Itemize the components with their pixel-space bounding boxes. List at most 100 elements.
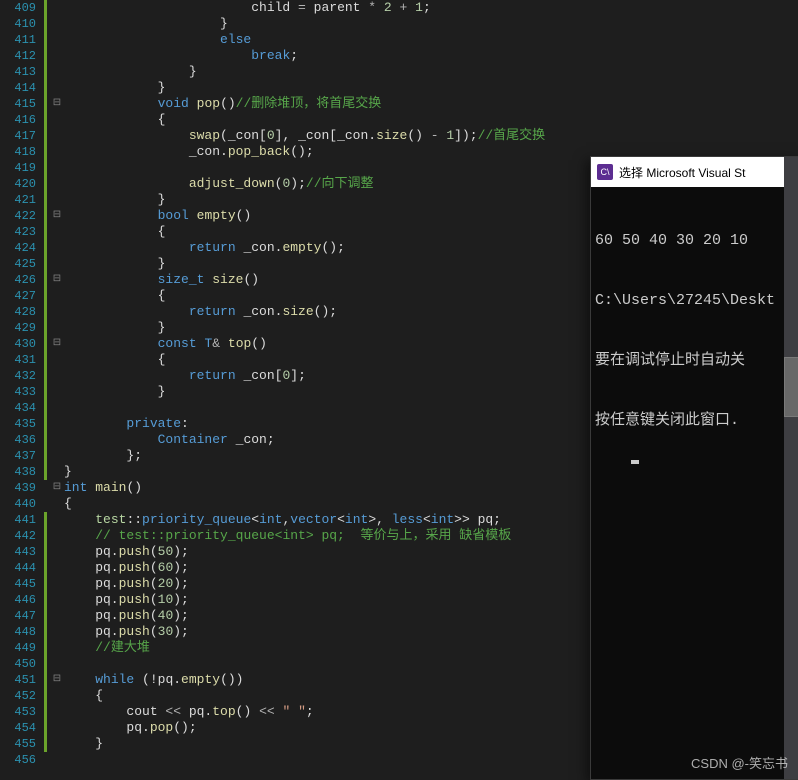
console-output[interactable]: 60 50 40 30 20 10 C:\Users\27245\Deskt 要… (591, 187, 798, 495)
line-number: 426 (0, 272, 36, 288)
line-number: 443 (0, 544, 36, 560)
change-marker (44, 176, 47, 192)
line-number: 452 (0, 688, 36, 704)
line-number: 416 (0, 112, 36, 128)
fold-spacer (50, 288, 64, 304)
line-number: 448 (0, 624, 36, 640)
fold-toggle-icon[interactable]: ⊟ (50, 272, 64, 288)
line-number: 449 (0, 640, 36, 656)
change-marker (44, 368, 47, 384)
change-marker (44, 512, 47, 528)
console-window[interactable]: C\ 选择 Microsoft Visual St 60 50 40 30 20… (590, 156, 798, 780)
line-number: 418 (0, 144, 36, 160)
fold-spacer (50, 656, 64, 672)
fold-spacer (50, 128, 64, 144)
change-marker (44, 496, 47, 512)
console-line: C:\Users\27245\Deskt (595, 291, 795, 311)
line-number: 455 (0, 736, 36, 752)
line-number: 421 (0, 192, 36, 208)
line-number: 439 (0, 480, 36, 496)
change-marker (44, 464, 47, 480)
code-line[interactable]: { (64, 112, 798, 128)
line-number: 415 (0, 96, 36, 112)
line-number: 440 (0, 496, 36, 512)
line-number: 417 (0, 128, 36, 144)
change-marker (44, 112, 47, 128)
fold-spacer (50, 512, 64, 528)
fold-spacer (50, 432, 64, 448)
fold-spacer (50, 640, 64, 656)
code-line[interactable]: } (64, 16, 798, 32)
line-number: 447 (0, 608, 36, 624)
change-marker (44, 688, 47, 704)
code-line[interactable]: void pop()//删除堆顶，将首尾交换 (64, 96, 798, 112)
console-titlebar[interactable]: C\ 选择 Microsoft Visual St (591, 157, 798, 187)
fold-toggle-icon[interactable]: ⊟ (50, 480, 64, 496)
line-number: 450 (0, 656, 36, 672)
change-marker (44, 448, 47, 464)
fold-spacer (50, 48, 64, 64)
fold-spacer (50, 160, 64, 176)
line-number: 456 (0, 752, 36, 768)
line-number: 424 (0, 240, 36, 256)
watermark: CSDN @-笑忘书 (691, 753, 788, 772)
fold-column[interactable]: ⊟ ⊟ ⊟ ⊟ ⊟ ⊟ (50, 0, 64, 780)
fold-spacer (50, 112, 64, 128)
line-number: 423 (0, 224, 36, 240)
line-number: 429 (0, 320, 36, 336)
change-marker (44, 240, 47, 256)
line-number-gutter: 4094104114124134144154164174184194204214… (0, 0, 42, 780)
console-scrollbar[interactable] (784, 157, 798, 779)
fold-toggle-icon[interactable]: ⊟ (50, 96, 64, 112)
fold-spacer (50, 464, 64, 480)
code-line[interactable]: else (64, 32, 798, 48)
change-marker (44, 560, 47, 576)
fold-toggle-icon[interactable]: ⊟ (50, 672, 64, 688)
vs-icon: C\ (597, 164, 613, 180)
line-number: 431 (0, 352, 36, 368)
fold-spacer (50, 32, 64, 48)
fold-spacer (50, 752, 64, 768)
line-number: 432 (0, 368, 36, 384)
fold-spacer (50, 688, 64, 704)
fold-spacer (50, 608, 64, 624)
fold-spacer (50, 704, 64, 720)
change-marker (44, 352, 47, 368)
line-number: 412 (0, 48, 36, 64)
fold-spacer (50, 16, 64, 32)
line-number: 446 (0, 592, 36, 608)
change-marker (44, 736, 47, 752)
change-marker (44, 80, 47, 96)
code-line[interactable]: } (64, 64, 798, 80)
change-marker (44, 48, 47, 64)
line-number: 422 (0, 208, 36, 224)
fold-toggle-icon[interactable]: ⊟ (50, 208, 64, 224)
scrollbar-thumb[interactable] (784, 357, 798, 417)
change-marker (44, 640, 47, 656)
line-number: 434 (0, 400, 36, 416)
fold-spacer (50, 592, 64, 608)
code-line[interactable]: swap(_con[0], _con[_con.size() - 1]);//首… (64, 128, 798, 144)
fold-spacer (50, 368, 64, 384)
code-line[interactable]: child = parent * 2 + 1; (64, 0, 798, 16)
line-number: 425 (0, 256, 36, 272)
line-number: 419 (0, 160, 36, 176)
change-marker (44, 544, 47, 560)
change-marker (44, 672, 47, 688)
fold-spacer (50, 240, 64, 256)
fold-spacer (50, 496, 64, 512)
change-marker-column (42, 0, 50, 780)
code-line[interactable]: break; (64, 48, 798, 64)
change-marker (44, 208, 47, 224)
line-number: 444 (0, 560, 36, 576)
fold-spacer (50, 448, 64, 464)
fold-spacer (50, 576, 64, 592)
line-number: 433 (0, 384, 36, 400)
change-marker (44, 624, 47, 640)
code-line[interactable]: } (64, 80, 798, 96)
change-marker (44, 336, 47, 352)
line-number: 428 (0, 304, 36, 320)
change-marker (44, 0, 47, 16)
change-marker (44, 64, 47, 80)
fold-toggle-icon[interactable]: ⊟ (50, 336, 64, 352)
